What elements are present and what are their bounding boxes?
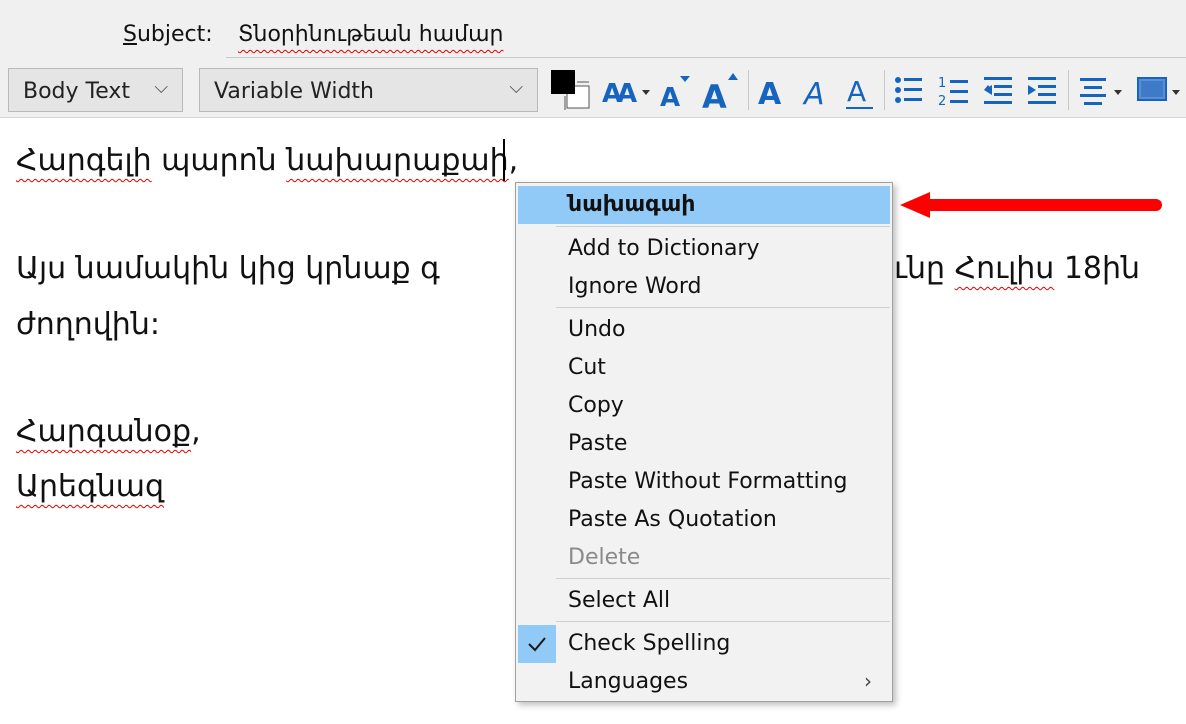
increase-font-icon[interactable]: A — [702, 68, 742, 112]
menu-item-select-all[interactable]: Select All — [516, 582, 892, 620]
font-value: Variable Width — [214, 79, 374, 104]
subject-row: Subject: Տնօրինութեան համար — [0, 0, 1186, 62]
menu-item-undo[interactable]: Undo — [516, 311, 892, 349]
body-line-5: Արեգնազ — [16, 469, 164, 504]
misspelled-word: նախարաքաի — [286, 143, 509, 178]
outdent-icon[interactable] — [980, 68, 1016, 112]
chevron-down-icon: ⌵ — [509, 77, 523, 98]
menu-item-copy[interactable]: Copy — [516, 387, 892, 425]
body-line-3: ժողովին: — [16, 307, 160, 342]
menu-item-ignore-word[interactable]: Ignore Word — [516, 268, 892, 306]
indent-icon[interactable] — [1024, 68, 1060, 112]
misspelled-word: Հարգելի — [16, 143, 152, 178]
menu-item-cut[interactable]: Cut — [516, 349, 892, 387]
svg-text:A: A — [758, 77, 782, 112]
annotation-arrow-icon — [900, 192, 1162, 218]
menu-item-check-spelling[interactable]: Check Spelling — [516, 625, 892, 663]
body-line-2-right: ւնը Հուլիս 18ին — [894, 251, 1140, 286]
body-punct: , — [191, 414, 201, 449]
chevron-right-icon: › — [864, 669, 872, 693]
menu-item-label: Languages — [568, 669, 689, 694]
body-punct: , — [508, 143, 519, 178]
menu-separator — [556, 307, 890, 308]
toolbar-separator — [748, 70, 749, 110]
paragraph-style-select[interactable]: Body Text ⌵ — [8, 68, 183, 112]
menu-item-label: Check Spelling — [568, 631, 731, 656]
text-caret — [503, 139, 505, 181]
underline-icon[interactable]: A — [843, 68, 877, 112]
svg-text:A: A — [702, 78, 727, 112]
menu-separator — [556, 621, 890, 622]
menu-separator — [556, 226, 890, 227]
paragraph-style-value: Body Text — [23, 79, 131, 104]
formatting-toolbar: Body Text ⌵ Variable Width ⌵ A A A A A A… — [0, 62, 1186, 118]
font-select[interactable]: Variable Width ⌵ — [199, 68, 538, 112]
misspelled-word: Հուլիս — [954, 251, 1055, 286]
menu-separator — [556, 578, 890, 579]
bold-icon[interactable]: A — [754, 68, 788, 112]
misspelled-word: Հարգանօք — [16, 414, 192, 449]
menu-item-paste[interactable]: Paste — [516, 425, 892, 463]
svg-text:2: 2 — [938, 94, 946, 109]
spelling-suggestion-label: նախագաի — [568, 192, 696, 217]
compose-window: Subject: Տնօրինութեան համար Body Text ⌵ … — [0, 0, 1186, 724]
body-word: պարոն — [161, 143, 277, 178]
subject-label: Subject: — [123, 22, 213, 47]
menu-item-paste-as-quotation[interactable]: Paste As Quotation — [516, 501, 892, 539]
svg-text:1: 1 — [938, 76, 946, 91]
svg-text:A: A — [617, 79, 637, 109]
menu-item-label: Copy — [568, 393, 624, 418]
bullet-list-icon[interactable] — [892, 68, 926, 112]
body-text: ժողովին: — [16, 307, 160, 342]
italic-icon[interactable]: A — [800, 68, 834, 112]
svg-text:A: A — [847, 75, 866, 108]
text-color-icon[interactable] — [549, 68, 593, 112]
menu-item-label: Paste — [568, 431, 628, 456]
body-text: ւնը — [894, 251, 955, 286]
menu-item-label: Paste As Quotation — [568, 507, 777, 532]
chevron-down-icon: ⌵ — [154, 77, 168, 98]
toolbar-separator — [1068, 70, 1069, 110]
menu-item-languages[interactable]: Languages › — [516, 663, 892, 701]
body-line-1: Հարգելի պարոն նախարաքաի, — [16, 143, 518, 178]
font-size-menu-icon[interactable]: A A — [600, 68, 652, 112]
menu-item-paste-without-formatting[interactable]: Paste Without Formatting — [516, 463, 892, 501]
menu-item-label: Cut — [568, 355, 606, 380]
toolbar-separator — [884, 70, 885, 110]
body-text: Այս նամակին կից կրնաք գ — [16, 251, 440, 286]
decrease-font-icon[interactable]: A — [658, 68, 694, 112]
svg-text:A: A — [802, 77, 825, 112]
menu-item-label: Delete — [568, 545, 641, 570]
menu-item-label: Add to Dictionary — [568, 236, 760, 261]
menu-item-delete: Delete — [516, 539, 892, 577]
body-line-4: Հարգանօք, — [16, 414, 201, 449]
checkmark-icon — [518, 625, 556, 663]
svg-text:A: A — [660, 83, 680, 112]
misspelled-word: Արեգնազ — [16, 469, 165, 504]
body-line-2-left: Այս նամակին կից կրնաք գ — [16, 251, 440, 286]
subject-value: Տնօրինութեան համար — [238, 22, 504, 47]
subject-input[interactable]: Տնօրինութեան համար — [226, 14, 1186, 58]
menu-item-label: Paste Without Formatting — [568, 469, 848, 494]
menu-item-label: Select All — [568, 588, 671, 613]
menu-item-add-to-dictionary[interactable]: Add to Dictionary — [516, 230, 892, 268]
insert-menu-icon[interactable] — [1134, 68, 1186, 112]
align-menu-icon[interactable] — [1076, 68, 1128, 112]
menu-item-label: Undo — [568, 317, 626, 342]
body-text: 18ին — [1054, 251, 1141, 286]
numbered-list-icon[interactable]: 1 2 — [936, 68, 972, 112]
spellcheck-context-menu: նախագաի Add to Dictionary Ignore Word Un… — [515, 182, 893, 702]
spelling-suggestion-item[interactable]: նախագաի — [518, 186, 890, 224]
menu-item-label: Ignore Word — [568, 274, 702, 299]
